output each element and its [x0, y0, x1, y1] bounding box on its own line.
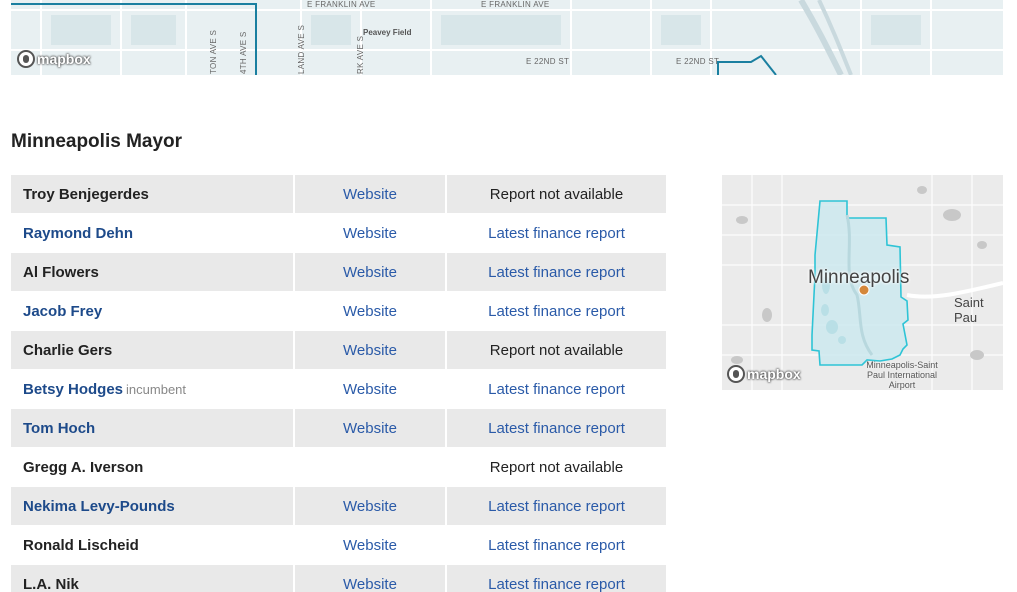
report-status: Report not available: [447, 175, 666, 214]
website-link[interactable]: Website: [295, 370, 445, 409]
table-row: Tom Hoch Website Latest finance report: [11, 409, 666, 448]
mapbox-logo[interactable]: mapbox: [17, 50, 91, 68]
finance-report-link[interactable]: Latest finance report: [447, 565, 666, 592]
street-label: E 22ND ST: [526, 57, 570, 66]
street-label: RK AVE S: [356, 35, 365, 74]
street-label: E 22ND ST: [676, 57, 720, 66]
candidate-name-link[interactable]: Betsy Hodges: [23, 381, 123, 398]
website-link[interactable]: Website: [295, 409, 445, 448]
website-link[interactable]: Website: [295, 526, 445, 565]
finance-report-link[interactable]: Latest finance report: [447, 409, 666, 448]
street-label: TON AVE S: [209, 29, 218, 74]
top-map[interactable]: E FRANKLIN AVE E FRANKLIN AVE E 22ND ST …: [11, 0, 1003, 75]
candidate-name: Troy Benjegerdes: [11, 175, 293, 214]
finance-report-link[interactable]: Latest finance report: [447, 526, 666, 565]
website-link[interactable]: Website: [295, 214, 445, 253]
airport-label-line: Paul International: [866, 370, 938, 380]
mapbox-attribution: mapbox: [37, 51, 91, 67]
table-row: Al Flowers Website Latest finance report: [11, 253, 666, 292]
section-title: Minneapolis Mayor: [11, 131, 183, 152]
table-row: Raymond Dehn Website Latest finance repo…: [11, 214, 666, 253]
candidate-name: Gregg A. Iverson: [11, 448, 293, 487]
candidate-name: Al Flowers: [11, 253, 293, 292]
website-link[interactable]: Website: [295, 175, 445, 214]
report-status: Report not available: [447, 331, 666, 370]
table-row: Betsy Hodges incumbent Website Latest fin…: [11, 370, 666, 409]
website-link[interactable]: Website: [295, 565, 445, 592]
website-link[interactable]: Website: [295, 253, 445, 292]
table-row: Jacob Frey Website Latest finance report: [11, 292, 666, 331]
street-label: 4TH AVE S: [239, 31, 248, 74]
table-row: Charlie Gers Website Report not availabl…: [11, 331, 666, 370]
poi-label: Peavey Field: [363, 28, 412, 37]
finance-report-link[interactable]: Latest finance report: [447, 370, 666, 409]
website-link[interactable]: Website: [295, 292, 445, 331]
candidate-name: Ronald Lischeid: [11, 526, 293, 565]
mapbox-icon: [727, 365, 745, 383]
candidate-name-link[interactable]: Jacob Frey: [11, 292, 293, 331]
candidate-name: Charlie Gers: [11, 331, 293, 370]
finance-report-link[interactable]: Latest finance report: [447, 214, 666, 253]
airport-label-line: Minneapolis-Saint: [866, 360, 938, 370]
candidate-name-link[interactable]: Tom Hoch: [11, 409, 293, 448]
finance-report-link[interactable]: Latest finance report: [447, 487, 666, 526]
top-map-streets: [11, 0, 1003, 75]
website-link[interactable]: Website: [295, 331, 445, 370]
city-label: Minneapolis: [808, 267, 910, 288]
finance-report-link[interactable]: Latest finance report: [447, 253, 666, 292]
mapbox-attribution: mapbox: [747, 366, 801, 382]
candidate-name-link[interactable]: Nekima Levy-Pounds: [11, 487, 293, 526]
street-label: E FRANKLIN AVE: [307, 0, 376, 9]
candidates-table: Troy Benjegerdes Website Report not avai…: [11, 175, 666, 592]
table-row: Troy Benjegerdes Website Report not avai…: [11, 175, 666, 214]
website-cell-empty: [295, 448, 445, 487]
street-label: LAND AVE S: [297, 24, 306, 74]
mapbox-logo[interactable]: mapbox: [727, 365, 801, 383]
candidate-name-link[interactable]: Raymond Dehn: [11, 214, 293, 253]
table-row: L.A. Nik Website Latest finance report: [11, 565, 666, 592]
table-row: Nekima Levy-Pounds Website Latest financ…: [11, 487, 666, 526]
report-status: Report not available: [447, 448, 666, 487]
neighbor-city-label: Saint Pau: [954, 295, 984, 325]
website-link[interactable]: Website: [295, 487, 445, 526]
incumbent-tag: incumbent: [126, 381, 187, 397]
mapbox-icon: [17, 50, 35, 68]
table-row: Ronald Lischeid Website Latest finance r…: [11, 526, 666, 565]
minneapolis-map[interactable]: Minneapolis Saint Pau Minneapolis-Saint …: [722, 175, 1003, 390]
candidate-name: L.A. Nik: [11, 565, 293, 592]
candidate-name-cell: Betsy Hodges incumbent: [11, 370, 293, 409]
airport-label-line: Airport: [888, 380, 916, 390]
table-row: Gregg A. Iverson Report not available: [11, 448, 666, 487]
street-label: E FRANKLIN AVE: [481, 0, 550, 9]
finance-report-link[interactable]: Latest finance report: [447, 292, 666, 331]
airport-label: Minneapolis-Saint Paul International Air…: [852, 360, 952, 390]
